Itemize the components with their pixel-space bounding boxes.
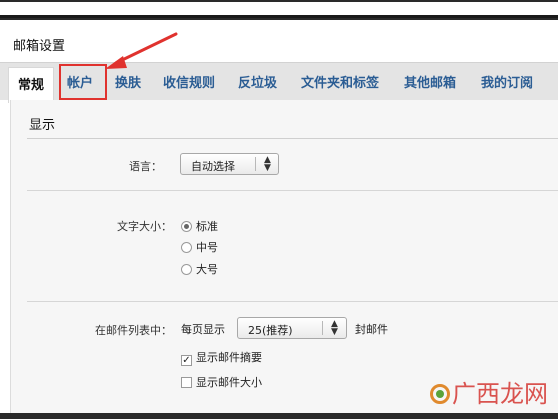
- show-size-label: 显示邮件大小: [196, 376, 262, 389]
- chevron-updown-icon: ▲ ▼: [331, 319, 338, 337]
- tab-anti-spam[interactable]: 反垃圾: [238, 72, 277, 91]
- watermark-logo-icon: [430, 384, 450, 404]
- show-summary-label: 显示邮件摘要: [196, 351, 262, 364]
- show-summary-option[interactable]: ✓ 显示邮件摘要: [181, 349, 262, 366]
- language-label: 语言：: [129, 160, 162, 173]
- font-size-medium-option[interactable]: 中号: [181, 239, 218, 255]
- checkbox-icon[interactable]: [181, 377, 192, 388]
- language-select[interactable]: 自动选择 ▲ ▼: [180, 153, 279, 175]
- per-page-select-value: 25(推荐): [248, 324, 293, 337]
- page-title: 邮箱设置: [13, 39, 66, 54]
- section-title-display: 显示: [29, 118, 56, 133]
- per-page-select[interactable]: 25(推荐) ▲ ▼: [237, 317, 347, 339]
- per-page-suffix: 封邮件: [355, 323, 388, 336]
- red-arrow-annotation: [105, 32, 178, 69]
- radio-icon[interactable]: [181, 264, 192, 275]
- show-size-option[interactable]: 显示邮件大小: [181, 374, 262, 390]
- tab-other-mailboxes[interactable]: 其他邮箱: [404, 72, 456, 91]
- settings-panel: 显示 语言： 自动选择 ▲ ▼ 文字大小： 标准 中号 大号 在邮件列表中： 每页…: [10, 100, 558, 413]
- row-divider: [27, 301, 558, 302]
- font-size-standard-label: 标准: [196, 220, 218, 233]
- mail-list-label: 在邮件列表中：: [95, 324, 172, 337]
- tab-folders-labels[interactable]: 文件夹和标签: [301, 72, 379, 91]
- watermark-text: 广西龙网: [452, 380, 548, 408]
- radio-selected-icon[interactable]: [181, 221, 192, 232]
- font-size-large-option[interactable]: 大号: [181, 261, 218, 277]
- select-separator: [255, 157, 256, 171]
- select-separator: [322, 321, 323, 335]
- chevron-updown-icon: ▲ ▼: [264, 155, 271, 173]
- row-divider: [27, 190, 558, 191]
- per-page-prefix: 每页显示: [181, 323, 225, 336]
- watermark: 广西龙网: [430, 374, 548, 409]
- font-size-large-label: 大号: [196, 263, 218, 276]
- tab-general[interactable]: 常规: [8, 67, 54, 103]
- tab-my-subscriptions[interactable]: 我的订阅: [481, 72, 533, 91]
- font-size-standard-option[interactable]: 标准: [181, 218, 218, 234]
- radio-icon[interactable]: [181, 242, 192, 253]
- tab-mail-rules[interactable]: 收信规则: [163, 72, 215, 91]
- top-window-bar: [0, 0, 558, 20]
- font-size-label: 文字大小：: [117, 220, 172, 233]
- tab-skin[interactable]: 换肤: [115, 72, 141, 91]
- bottom-window-bar: [0, 413, 558, 419]
- checkbox-checked-icon[interactable]: ✓: [181, 355, 192, 366]
- font-size-medium-label: 中号: [196, 241, 218, 254]
- top-window-strip: [0, 2, 558, 18]
- section-divider: [27, 138, 558, 139]
- language-select-value: 自动选择: [191, 160, 235, 173]
